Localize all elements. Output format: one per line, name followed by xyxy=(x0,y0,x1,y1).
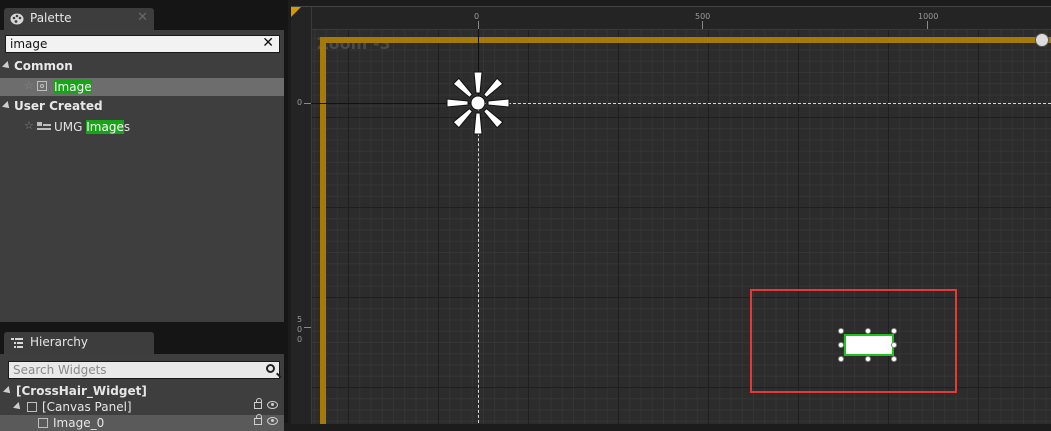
ruler-left: 0 5 0 0 xyxy=(291,7,312,424)
tree-item-label: Image_0 xyxy=(53,416,105,430)
lock-icon[interactable] xyxy=(254,414,262,425)
resize-handle[interactable] xyxy=(865,328,871,334)
hierarchy-tabbar: Hierarchy xyxy=(0,330,288,354)
palette-search-input[interactable]: image ✕ xyxy=(5,35,280,53)
search-highlight: Image xyxy=(54,80,92,94)
palette-tab-label: Palette xyxy=(30,11,72,25)
ruler-label: 0 xyxy=(297,98,303,107)
tree-item-crosshair-widget[interactable]: [CrossHair_Widget] xyxy=(0,383,284,399)
anchor-guide-horizontal xyxy=(478,103,1051,104)
hierarchy-search-placeholder: Search Widgets xyxy=(13,363,107,377)
designer-viewport[interactable]: 0 500 1000 0 5 0 0 Zoom -3 xyxy=(291,6,1051,424)
ruler-label: 1000 xyxy=(918,12,939,21)
label-suffix: s xyxy=(123,120,131,134)
tab-hierarchy[interactable]: Hierarchy xyxy=(4,332,154,354)
left-panel: Palette ✕ image ✕ Common ☆ Image User Cr… xyxy=(0,0,288,431)
resize-handle[interactable] xyxy=(891,342,897,348)
ruler-tick xyxy=(702,21,703,29)
image-widget-icon xyxy=(38,418,48,428)
anchor-flower-icon[interactable] xyxy=(445,70,511,136)
selected-image-widget[interactable] xyxy=(844,334,894,356)
image-widget-icon xyxy=(37,81,47,91)
resize-handle[interactable] xyxy=(865,356,871,362)
ruler-top: 0 500 1000 xyxy=(291,7,1051,30)
clear-search-icon[interactable]: ✕ xyxy=(262,35,274,51)
lock-icon[interactable] xyxy=(254,398,262,409)
tree-item-label: [Canvas Panel] xyxy=(42,400,132,414)
ruler-label: 500 xyxy=(695,12,711,21)
category-label: User Created xyxy=(14,99,103,113)
palette-item-label: UMG Images xyxy=(54,120,130,134)
ruler-tick xyxy=(478,21,479,29)
resize-handle[interactable] xyxy=(891,356,897,362)
eye-icon[interactable] xyxy=(267,401,278,409)
expand-arrow-icon[interactable] xyxy=(2,61,12,71)
star-icon[interactable]: ☆ xyxy=(24,119,34,132)
tree-item-label: [CrossHair_Widget] xyxy=(16,384,147,398)
category-common[interactable]: Common xyxy=(0,58,284,76)
tree-item-canvas-panel[interactable]: [Canvas Panel] xyxy=(0,398,284,415)
palette-item-label: Image xyxy=(54,80,92,94)
canvas-bounds-top xyxy=(320,37,1051,43)
category-user-created[interactable]: User Created xyxy=(0,98,284,116)
ruler-tick xyxy=(304,103,311,104)
resize-handle[interactable] xyxy=(838,328,844,334)
palette-search-value: image xyxy=(10,37,48,51)
ruler-tick xyxy=(304,327,311,328)
ruler-corner xyxy=(291,7,301,17)
hierarchy-icon xyxy=(11,338,23,348)
resize-handle[interactable] xyxy=(838,342,844,348)
globe-icon[interactable] xyxy=(1035,33,1049,47)
tab-palette[interactable]: Palette ✕ xyxy=(4,8,154,30)
canvas-bounds-left xyxy=(320,37,326,424)
expand-arrow-icon[interactable] xyxy=(3,386,13,396)
star-icon[interactable]: ☆ xyxy=(24,79,34,92)
hierarchy-tab-label: Hierarchy xyxy=(30,335,89,349)
close-icon[interactable]: ✕ xyxy=(137,10,148,25)
resize-handle[interactable] xyxy=(891,328,897,334)
category-label: Common xyxy=(14,59,73,73)
ruler-label: 0 xyxy=(474,12,480,21)
label-prefix: UMG xyxy=(54,120,87,134)
search-icon[interactable] xyxy=(266,364,275,373)
tree-item-image-0[interactable]: Image_0 xyxy=(0,414,284,431)
ruler-label: 5 xyxy=(297,315,303,324)
anchor-guide-vertical xyxy=(478,103,479,424)
palette-tabbar: Palette ✕ xyxy=(0,4,288,30)
ruler-label: 0 xyxy=(297,335,303,344)
palette-icon xyxy=(10,13,24,25)
expand-arrow-icon[interactable] xyxy=(2,101,12,111)
canvas-panel-icon xyxy=(27,402,37,412)
user-widget-icon xyxy=(37,122,51,130)
expand-arrow-icon[interactable] xyxy=(13,402,23,412)
ruler-label: 0 xyxy=(297,325,303,334)
search-highlight: Image xyxy=(86,120,124,134)
ruler-tick xyxy=(927,21,928,29)
resize-handle[interactable] xyxy=(838,356,844,362)
palette-item-umg-images[interactable]: ☆ UMG Images xyxy=(0,118,284,136)
eye-icon[interactable] xyxy=(267,417,278,425)
palette-item-image[interactable]: ☆ Image xyxy=(0,78,284,96)
hierarchy-search-input[interactable]: Search Widgets xyxy=(8,361,280,379)
